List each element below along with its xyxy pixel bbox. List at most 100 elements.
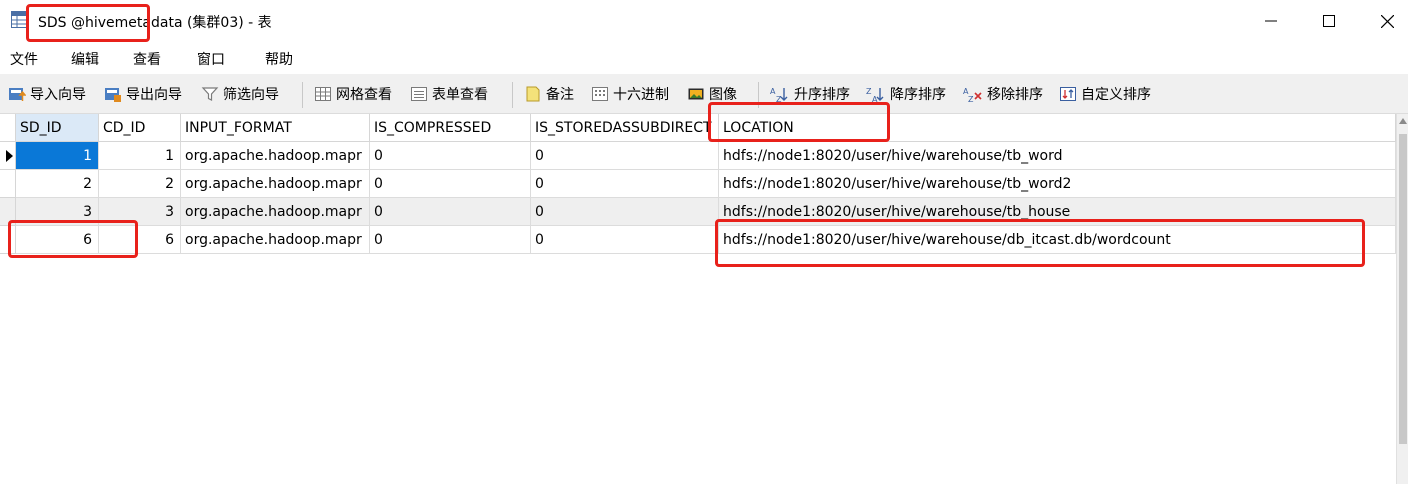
memo-button[interactable]: 备注 <box>524 83 574 105</box>
cell-is-compressed[interactable]: 0 <box>370 198 531 226</box>
svg-text:Z: Z <box>968 95 974 103</box>
maximize-button[interactable] <box>1298 0 1360 42</box>
menu-window[interactable]: 窗口 <box>197 49 225 69</box>
cell-is-compressed[interactable]: 0 <box>370 170 531 198</box>
filter-wizard-button[interactable]: 筛选向导 <box>201 83 279 105</box>
export-wizard-button[interactable]: 导出向导 <box>104 83 182 105</box>
export-wizard-label: 导出向导 <box>126 87 182 103</box>
cell-input-format[interactable]: org.apache.hadoop.mapr <box>181 198 370 226</box>
grid-icon <box>315 87 331 101</box>
table-row[interactable]: 2 2 org.apache.hadoop.mapr 0 0 hdfs://no… <box>0 170 1396 198</box>
cell-location[interactable]: hdfs://node1:8020/user/hive/warehouse/tb… <box>719 170 1396 198</box>
cell-sd-id[interactable]: 3 <box>16 198 99 226</box>
sort-descending-icon: ZA <box>866 87 884 103</box>
import-wizard-button[interactable]: 导入向导 <box>8 83 86 105</box>
cell-location[interactable]: hdfs://node1:8020/user/hive/warehouse/db… <box>719 226 1396 254</box>
custom-sort-label: 自定义排序 <box>1081 87 1151 103</box>
menu-view[interactable]: 查看 <box>133 49 161 69</box>
close-icon <box>1380 14 1394 28</box>
cell-location[interactable]: hdfs://node1:8020/user/hive/warehouse/tb… <box>719 198 1396 226</box>
cell-cd-id[interactable]: 6 <box>99 226 181 254</box>
close-button[interactable] <box>1356 0 1408 42</box>
maximize-icon <box>1323 15 1335 27</box>
cell-sd-id[interactable]: 6 <box>16 226 99 254</box>
column-header-input-format[interactable]: INPUT_FORMAT <box>181 114 370 142</box>
menu-bar: 文件 编辑 查看 窗口 帮助 <box>0 42 1408 74</box>
data-grid: SD_ID CD_ID INPUT_FORMAT IS_COMPRESSED I… <box>0 114 1396 484</box>
hex-icon <box>592 87 608 101</box>
sort-desc-button[interactable]: ZA 降序排序 <box>866 83 946 105</box>
cell-input-format[interactable]: org.apache.hadoop.mapr <box>181 226 370 254</box>
row-indicator <box>0 198 16 226</box>
scrollbar-thumb[interactable] <box>1399 134 1407 444</box>
column-header-is-compressed[interactable]: IS_COMPRESSED <box>370 114 531 142</box>
cell-input-format[interactable]: org.apache.hadoop.mapr <box>181 170 370 198</box>
toolbar-separator <box>758 82 759 108</box>
cell-cd-id[interactable]: 2 <box>99 170 181 198</box>
column-header-sd-id[interactable]: SD_ID <box>16 114 99 142</box>
menu-edit[interactable]: 编辑 <box>71 49 99 69</box>
hex-label: 十六进制 <box>613 87 669 103</box>
cell-sd-id[interactable]: 1 <box>16 142 99 170</box>
filter-wizard-label: 筛选向导 <box>223 87 279 103</box>
menu-file[interactable]: 文件 <box>10 49 38 69</box>
cell-sd-id[interactable]: 2 <box>16 170 99 198</box>
memo-icon <box>526 86 540 102</box>
cell-cd-id[interactable]: 3 <box>99 198 181 226</box>
form-view-button[interactable]: 表单查看 <box>410 83 488 105</box>
custom-sort-button[interactable]: 自定义排序 <box>1059 83 1151 105</box>
import-wizard-label: 导入向导 <box>30 87 86 103</box>
table-row[interactable]: 1 1 org.apache.hadoop.mapr 0 0 hdfs://no… <box>0 142 1396 170</box>
menu-help[interactable]: 帮助 <box>265 49 293 69</box>
sort-asc-button[interactable]: AZ 升序排序 <box>770 83 850 105</box>
svg-text:Z: Z <box>776 95 782 103</box>
toolbar-separator <box>512 82 513 108</box>
table-icon <box>11 11 28 28</box>
cell-cd-id[interactable]: 1 <box>99 142 181 170</box>
form-icon <box>411 87 427 101</box>
memo-label: 备注 <box>546 87 574 103</box>
cell-is-storedassubdirect[interactable]: 0 <box>531 198 719 226</box>
header-corner <box>0 114 16 142</box>
column-header-location[interactable]: LOCATION <box>719 114 1396 142</box>
svg-text:A: A <box>872 95 878 103</box>
custom-sort-icon <box>1060 87 1076 101</box>
row-indicator <box>0 170 16 198</box>
title-bar: SDS @hivemetadata (集群03) - 表 <box>0 0 1408 42</box>
cell-is-storedassubdirect[interactable]: 0 <box>531 142 719 170</box>
vertical-scrollbar[interactable] <box>1396 114 1408 484</box>
form-view-label: 表单查看 <box>432 87 488 103</box>
table-row[interactable]: 6 6 org.apache.hadoop.mapr 0 0 hdfs://no… <box>0 226 1396 254</box>
cell-input-format[interactable]: org.apache.hadoop.mapr <box>181 142 370 170</box>
minimize-button[interactable] <box>1240 0 1302 42</box>
current-row-pointer-icon <box>6 150 13 162</box>
sort-ascending-icon: AZ <box>770 87 788 103</box>
sort-desc-label: 降序排序 <box>890 87 946 103</box>
remove-sort-button[interactable]: AZ 移除排序 <box>963 83 1043 105</box>
cell-is-storedassubdirect[interactable]: 0 <box>531 226 719 254</box>
image-label: 图像 <box>709 87 737 103</box>
export-icon <box>105 88 121 102</box>
grid-view-label: 网格查看 <box>336 87 392 103</box>
cell-is-storedassubdirect[interactable]: 0 <box>531 170 719 198</box>
column-header-is-storedassubdirect[interactable]: IS_STOREDASSUBDIRECT <box>531 114 719 142</box>
scroll-up-arrow-icon[interactable] <box>1399 118 1407 124</box>
import-icon <box>9 88 26 101</box>
remove-sort-icon: AZ <box>963 87 982 103</box>
remove-sort-label: 移除排序 <box>987 87 1043 103</box>
hex-button[interactable]: 十六进制 <box>591 83 669 105</box>
row-indicator <box>0 142 16 170</box>
image-button[interactable]: 图像 <box>687 83 737 105</box>
grid-view-button[interactable]: 网格查看 <box>314 83 392 105</box>
cell-location[interactable]: hdfs://node1:8020/user/hive/warehouse/tb… <box>719 142 1396 170</box>
filter-icon <box>201 87 219 101</box>
cell-is-compressed[interactable]: 0 <box>370 142 531 170</box>
column-header-cd-id[interactable]: CD_ID <box>99 114 181 142</box>
cell-is-compressed[interactable]: 0 <box>370 226 531 254</box>
image-icon <box>688 88 704 100</box>
toolbar-separator <box>302 82 303 108</box>
row-indicator <box>0 226 16 254</box>
table-row[interactable]: 3 3 org.apache.hadoop.mapr 0 0 hdfs://no… <box>0 198 1396 226</box>
sort-asc-label: 升序排序 <box>794 87 850 103</box>
toolbar: 导入向导 导出向导 筛选向导 网格查看 表单查看 备注 十六进制 图像 AZ 升… <box>0 74 1408 114</box>
